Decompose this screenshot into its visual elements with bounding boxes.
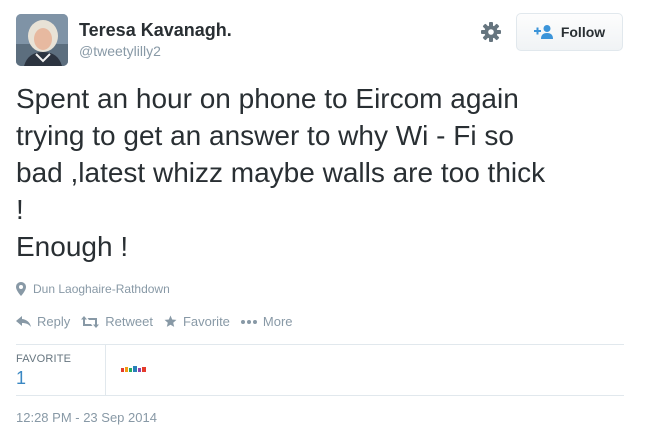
tweet-stats: FAVORITE 1 bbox=[16, 344, 624, 396]
more-icon bbox=[240, 319, 257, 324]
reply-button[interactable]: Reply bbox=[16, 314, 70, 329]
user-names: Teresa Kavanagh. @tweetylilly2 bbox=[79, 19, 232, 60]
more-button[interactable]: More bbox=[240, 314, 293, 329]
display-name[interactable]: Teresa Kavanagh. bbox=[79, 19, 232, 41]
retweet-label: Retweet bbox=[105, 314, 153, 329]
map-pin-icon bbox=[16, 282, 26, 296]
add-person-icon bbox=[533, 25, 553, 39]
favorite-button[interactable]: Favorite bbox=[164, 314, 230, 329]
favoriter-avatar[interactable] bbox=[120, 363, 148, 375]
avatar[interactable] bbox=[16, 14, 68, 66]
gear-icon[interactable] bbox=[480, 21, 502, 43]
tweet-location[interactable]: Dun Laoghaire-Rathdown bbox=[16, 282, 170, 296]
favorite-count: 1 bbox=[16, 368, 27, 388]
retweet-button[interactable]: Retweet bbox=[81, 314, 153, 329]
tweet-timestamp[interactable]: 12:28 PM - 23 Sep 2014 bbox=[16, 410, 157, 425]
tweet-header: Teresa Kavanagh. @tweetylilly2 Follow bbox=[16, 12, 628, 68]
follow-button[interactable]: Follow bbox=[516, 13, 623, 51]
favorite-stat-label: FAVORITE bbox=[16, 353, 72, 365]
reply-label: Reply bbox=[37, 314, 71, 329]
user-handle[interactable]: @tweetylilly2 bbox=[79, 42, 232, 60]
retweet-icon bbox=[81, 315, 100, 328]
reply-icon bbox=[16, 315, 31, 327]
tweet-actions: Reply Retweet Favorite More bbox=[16, 314, 304, 329]
location-name: Dun Laoghaire-Rathdown bbox=[33, 282, 170, 296]
tweet-text: Spent an hour on phone to Eircom again t… bbox=[16, 83, 546, 262]
more-label: More bbox=[262, 314, 293, 329]
follow-label: Follow bbox=[560, 24, 606, 40]
star-icon bbox=[164, 315, 177, 327]
favorite-label: Favorite bbox=[182, 314, 230, 329]
favorite-stat[interactable]: FAVORITE 1 bbox=[16, 345, 106, 395]
